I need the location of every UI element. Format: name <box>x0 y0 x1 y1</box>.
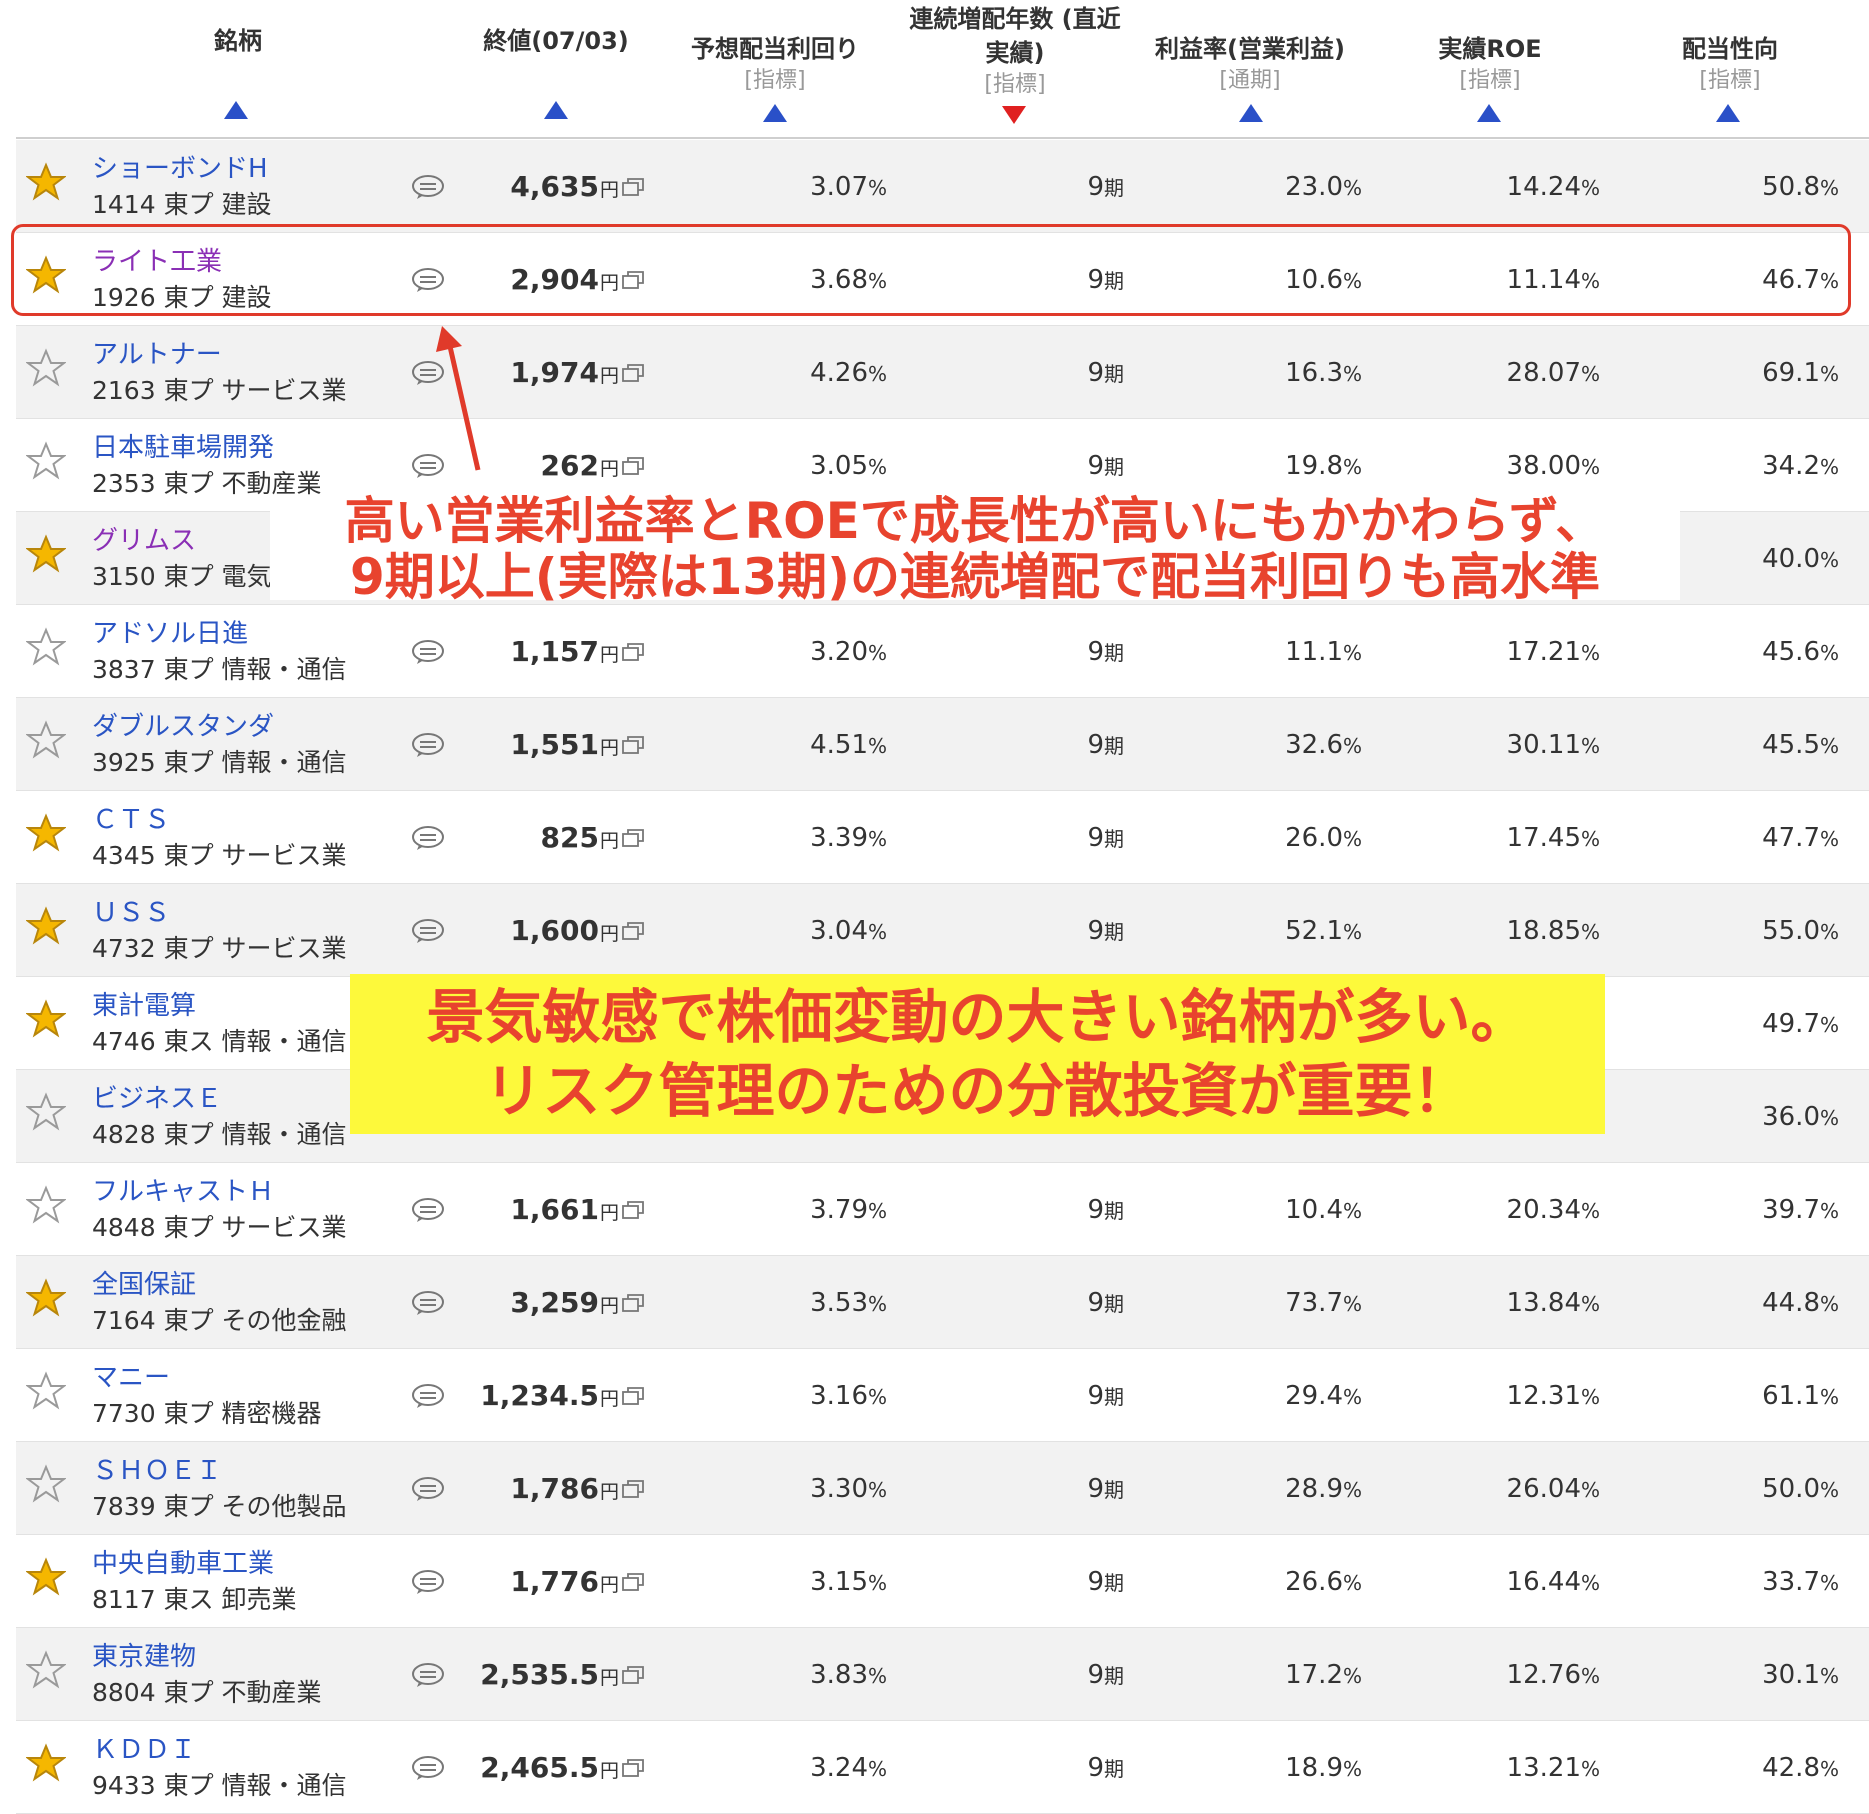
annotation-arrow-icon <box>436 326 481 471</box>
annotation-growth-line2: 9期以上(実際は13期)の連続増配で配当利回りも高水準 <box>349 548 1601 606</box>
annotation-growth: 高い営業利益率とROEで成長性が高いにもかかわらず、 9期以上(実際は13期)の… <box>270 492 1680 606</box>
annotation-risk: 景気敏感で株価変動の大きい銘柄が多い。 リスク管理のための分散投資が重要！ <box>350 974 1605 1134</box>
annotation-risk-line2: リスク管理のための分散投資が重要！ <box>484 1057 1471 1125</box>
annotation-growth-line1: 高い営業利益率とROEで成長性が高いにもかかわらず、 <box>344 492 1606 550</box>
annotation-risk-line1: 景気敏感で株価変動の大きい銘柄が多い。 <box>426 983 1529 1051</box>
